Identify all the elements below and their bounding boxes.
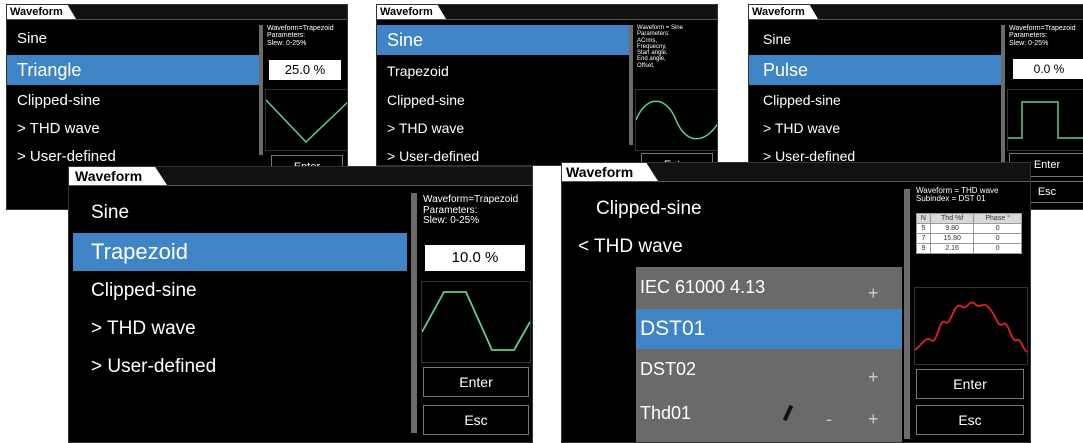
harmonics-table: N Thd %f Phase ° 5 9.80 0 7 15.80 0 9 2.… <box>916 213 1022 254</box>
menu-item-thd-wave[interactable]: > THD wave <box>69 311 407 347</box>
scrollbar[interactable] <box>259 25 263 155</box>
tab-waveform[interactable]: Waveform <box>69 167 167 185</box>
esc-button[interactable]: Esc <box>423 405 529 435</box>
tab-waveform[interactable]: Waveform <box>7 5 76 19</box>
esc-button[interactable]: Esc <box>916 405 1024 435</box>
scrollbar[interactable] <box>411 193 417 433</box>
tab-waveform[interactable]: Waveform <box>749 5 818 19</box>
waveform-preview <box>635 89 717 151</box>
submenu-item-dst02[interactable]: DST02 <box>636 351 902 387</box>
tab-waveform[interactable]: Waveform <box>562 163 658 181</box>
waveform-menu: Sine Trapezoid Clipped-sine > THD wave >… <box>377 25 629 165</box>
menu-item-sine[interactable]: Sine <box>7 25 259 53</box>
waveform-panel-trapezoid: Waveform Sine Trapezoid Clipped-sine > T… <box>68 166 533 443</box>
triangle-wave-graphic <box>266 99 347 144</box>
scrollbar[interactable] <box>629 25 633 145</box>
submenu-item-thd01[interactable]: Thd01 <box>636 395 902 431</box>
slew-value-field[interactable]: 10.0 % <box>425 245 525 271</box>
menu-item-thd-wave[interactable]: > THD wave <box>7 115 259 143</box>
menu-item-clipped-sine[interactable]: Clipped-sine <box>749 86 1001 114</box>
table-row: 5 9.80 0 <box>916 223 1022 234</box>
remove-icon[interactable]: - <box>826 409 832 430</box>
sidebar: Waveform=Trapezoid Parameters: Slew: 0-25%… <box>421 167 532 442</box>
add-icon[interactable]: + <box>868 409 879 430</box>
menu-item-trapezoid[interactable]: Trapezoid <box>73 233 407 271</box>
column-header-n: N <box>916 213 931 224</box>
info-text: Waveform = THD wave Subindex = DST 01 <box>916 186 999 204</box>
menu-item-user-defined[interactable]: > User-defined <box>69 349 407 385</box>
info-text: Waveform=Trapezoid Parameters: Slew: 0-25% <box>267 25 334 47</box>
sine-wave-graphic <box>636 100 717 140</box>
column-header-phase: Phase ° <box>973 213 1022 224</box>
menu-item-sine[interactable]: Sine <box>69 195 407 231</box>
waveform-preview <box>265 89 347 151</box>
menu-item-clipped-sine[interactable]: Clipped-sine <box>377 86 629 114</box>
table-row: 9 2.16 0 <box>916 243 1022 254</box>
menu-item-thd-wave[interactable]: > THD wave <box>377 114 629 142</box>
enter-button[interactable]: Enter <box>916 369 1024 399</box>
waveform-panel-sine: Waveform Sine Trapezoid Clipped-sine > T… <box>376 4 718 166</box>
slew-value-field[interactable]: 25.0 % <box>269 60 341 80</box>
menu-item-pulse[interactable]: Pulse <box>749 55 1001 85</box>
pulse-wave-graphic <box>1008 101 1083 139</box>
menu-item-clipped-sine[interactable]: Clipped-sine <box>69 273 407 309</box>
submenu-item-iec-61000[interactable]: IEC 61000 4.13 <box>636 269 902 305</box>
trapezoid-wave-graphic <box>422 291 530 351</box>
scrollbar[interactable] <box>1001 25 1005 185</box>
info-text: Waveform = Sine Parameters: ACrms, Frequecn… <box>637 25 683 69</box>
submenu-item-dst01[interactable]: DST01 <box>636 309 902 349</box>
sidebar: Waveform = Sine Parameters: ACrms, Frequecn… <box>635 5 717 165</box>
menu-item-sine[interactable]: Sine <box>749 25 1001 53</box>
menu-item-trapezoid[interactable]: Trapezoid <box>377 57 629 85</box>
waveform-preview <box>914 287 1028 365</box>
waveform-panel-thd: Waveform Clipped-sine < THD wave IEC 610… <box>561 162 1031 443</box>
sidebar: Waveform = THD wave Subindex = DST 01 N T… <box>914 163 1030 442</box>
scrollbar[interactable] <box>904 189 910 439</box>
waveform-preview <box>1007 89 1083 151</box>
menu-item-clipped-sine[interactable]: Clipped-sine <box>7 87 259 115</box>
enter-button[interactable]: Enter <box>423 367 529 397</box>
table-header-row: N Thd %f Phase ° <box>916 213 1022 224</box>
waveform-menu: Sine Trapezoid Clipped-sine > THD wave >… <box>69 195 407 435</box>
slew-value-field[interactable]: 0.0 % <box>1013 59 1083 79</box>
menu-item-sine[interactable]: Sine <box>377 25 629 55</box>
waveform-preview <box>421 281 531 363</box>
column-header-thd: Thd %f <box>929 213 975 224</box>
menu-item-thd-wave-back[interactable]: < THD wave <box>562 229 902 265</box>
add-icon[interactable]: + <box>868 367 879 388</box>
info-text: Waveform=Trapezoid Parameters: Slew: 0-25% <box>1009 25 1076 47</box>
thd-wave-graphic <box>915 301 1027 353</box>
thd-submenu: IEC 61000 4.13 + DST01 DST02 + Thd01 - + <box>636 267 902 442</box>
table-row: 7 15.80 0 <box>916 233 1022 244</box>
menu-item-thd-wave[interactable]: > THD wave <box>749 114 1001 142</box>
tab-waveform[interactable]: Waveform <box>377 5 446 19</box>
info-text: Waveform=Trapezoid Parameters: Slew: 0-25% <box>423 194 519 226</box>
add-icon[interactable]: + <box>868 283 879 304</box>
menu-item-triangle[interactable]: Triangle <box>7 55 259 85</box>
menu-item-clipped-sine[interactable]: Clipped-sine <box>562 191 902 227</box>
